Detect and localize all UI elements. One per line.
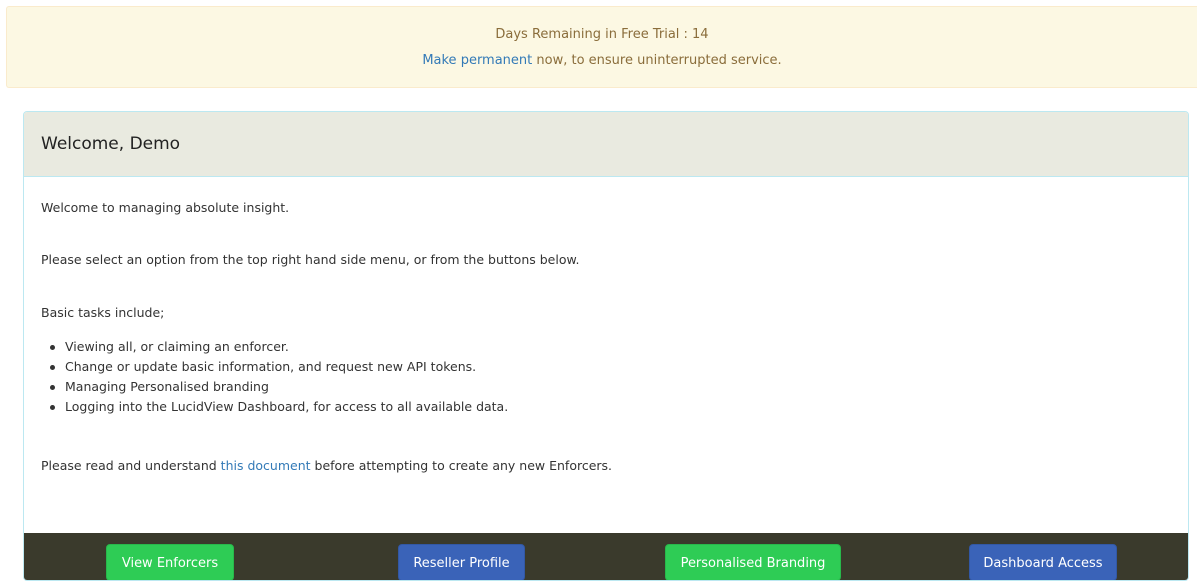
- trial-days-remaining: Days Remaining in Free Trial : 14: [495, 27, 709, 42]
- panel-footer: View Enforcers Reseller Profile Personal…: [24, 533, 1188, 580]
- list-item: Managing Personalised branding: [49, 377, 508, 397]
- reseller-profile-button[interactable]: Reseller Profile: [398, 544, 525, 580]
- list-item: Logging into the LucidView Dashboard, fo…: [49, 397, 508, 417]
- document-link[interactable]: this document: [221, 458, 311, 473]
- list-item: Change or update basic information, and …: [49, 357, 508, 377]
- trial-cta-suffix: now, to ensure uninterrupted service.: [532, 53, 782, 68]
- instruction-text: Please select an option from the top rig…: [41, 252, 580, 267]
- intro-text: Welcome to managing absolute insight.: [41, 200, 290, 215]
- view-enforcers-button[interactable]: View Enforcers: [106, 544, 234, 580]
- notice-text: Please read and understand this document…: [41, 458, 612, 473]
- panel-heading: Welcome, Demo: [24, 112, 1188, 177]
- trial-banner: Days Remaining in Free Trial : 14 Make p…: [6, 6, 1197, 88]
- make-permanent-link[interactable]: Make permanent: [422, 53, 532, 68]
- dashboard-access-button[interactable]: Dashboard Access: [969, 544, 1117, 580]
- welcome-panel: Welcome, Demo Welcome to managing absolu…: [23, 111, 1189, 581]
- tasks-heading: Basic tasks include;: [41, 305, 165, 320]
- panel-title: Welcome, Demo: [41, 134, 181, 154]
- notice-prefix: Please read and understand: [41, 458, 221, 473]
- task-list: Viewing all, or claiming an enforcer. Ch…: [41, 337, 508, 417]
- notice-suffix: before attempting to create any new Enfo…: [310, 458, 613, 473]
- personalised-branding-button[interactable]: Personalised Branding: [665, 544, 841, 580]
- list-item: Viewing all, or claiming an enforcer.: [49, 337, 508, 357]
- trial-cta-line: Make permanent now, to ensure uninterrup…: [7, 53, 1197, 68]
